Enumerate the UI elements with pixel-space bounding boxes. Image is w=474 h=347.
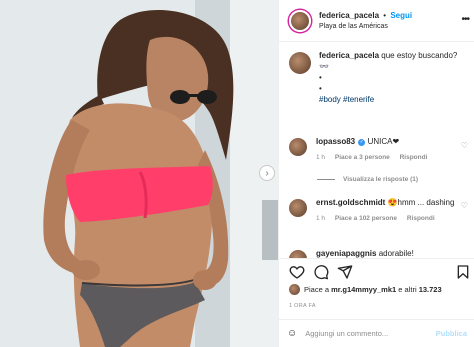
- likes-prefix: Piace a: [304, 285, 330, 294]
- comment-time: 1 h: [316, 154, 326, 161]
- caption-hashtags[interactable]: #body #tenerife: [319, 94, 457, 105]
- post-location[interactable]: Playa de las Américas: [319, 21, 412, 32]
- reply-button[interactable]: Rispondi: [407, 215, 435, 222]
- comment-body: gayeniapaggnis adorabile!: [316, 248, 456, 258]
- more-horizontal-icon: •••: [461, 14, 469, 25]
- likes-count[interactable]: 13.723: [419, 285, 442, 294]
- caption-text: que estoy buscando?: [381, 51, 458, 60]
- caption-emoji: 👓: [319, 62, 329, 71]
- share-send-icon[interactable]: [337, 264, 353, 280]
- comment-input[interactable]: [305, 329, 426, 338]
- comment-meta: 1 h Piace a 3 persone Rispondi: [316, 152, 456, 163]
- publish-comment-button[interactable]: Pubblica: [436, 329, 467, 338]
- comment-body: lopasso83 ✓ UNICA❤ 1 h Piace a 3 persone…: [316, 136, 456, 163]
- photo-illustration: [0, 0, 278, 347]
- post-time-ago[interactable]: 1 ORA FA: [289, 303, 316, 309]
- post-sidebar: federica_pacela • Segui Playa de las Amé…: [278, 0, 474, 347]
- comment-text: UNICA❤: [367, 137, 400, 146]
- separator-dot: •: [383, 10, 387, 20]
- verified-badge-icon: ✓: [358, 139, 366, 146]
- commenter-avatar[interactable]: [289, 250, 307, 258]
- like-heart-icon[interactable]: [289, 264, 305, 280]
- caption-avatar[interactable]: [289, 52, 311, 74]
- author-info: federica_pacela • Segui Playa de las Amé…: [319, 10, 412, 32]
- like-comment-heart-icon[interactable]: ♡: [461, 141, 468, 150]
- comment-item: lopasso83 ✓ UNICA❤ 1 h Piace a 3 persone…: [289, 136, 469, 163]
- post-action-bar: [279, 258, 474, 286]
- commenter-username[interactable]: gayeniapaggnis: [316, 249, 376, 258]
- post-caption: federica_pacela que estoy buscando? 👓 • …: [289, 50, 469, 105]
- comment-time: 1 h: [316, 215, 326, 222]
- liker-avatar[interactable]: [289, 284, 300, 295]
- commenter-username[interactable]: lopasso83: [316, 137, 355, 146]
- caption-text-block: federica_pacela que estoy buscando? 👓 • …: [319, 50, 457, 105]
- comment-body: ernst.goldschmidt 😍hmm ... dashing 1 h P…: [316, 197, 456, 224]
- view-replies-label: Visualizza le risposte (1): [343, 176, 419, 183]
- emoji-picker-icon[interactable]: ☺: [287, 328, 297, 339]
- comment-bubble-icon[interactable]: [313, 264, 329, 280]
- like-comment-heart-icon[interactable]: ♡: [461, 201, 468, 210]
- follow-button[interactable]: Segui: [390, 11, 412, 20]
- liker-username[interactable]: mr.g14mmyy_mk1: [331, 285, 396, 294]
- author-username[interactable]: federica_pacela: [319, 11, 379, 20]
- comment-item: ernst.goldschmidt 😍hmm ... dashing 1 h P…: [289, 197, 469, 224]
- comment-likes[interactable]: Piace a 3 persone: [335, 154, 390, 161]
- comment-text: 😍hmm ... dashing: [387, 198, 455, 207]
- commenter-avatar[interactable]: [289, 138, 307, 156]
- reply-button[interactable]: Rispondi: [400, 154, 428, 161]
- replies-line: [317, 179, 335, 180]
- chevron-right-icon: ›: [265, 167, 269, 179]
- bookmark-save-icon[interactable]: [455, 264, 471, 280]
- caption-dot-1: •: [319, 73, 322, 82]
- caption-username[interactable]: federica_pacela: [319, 51, 379, 60]
- commenter-avatar[interactable]: [289, 199, 307, 217]
- add-comment-bar: ☺ Pubblica: [279, 319, 474, 347]
- view-replies-button[interactable]: Visualizza le risposte (1): [317, 176, 418, 183]
- comment-likes[interactable]: Piace a 102 persone: [335, 215, 397, 222]
- next-photo-button[interactable]: ›: [259, 165, 275, 181]
- comment-meta: 1 h Piace a 102 persone Rispondi: [316, 213, 456, 224]
- comment-item: gayeniapaggnis adorabile!: [289, 248, 469, 258]
- more-options-button[interactable]: •••: [461, 14, 469, 25]
- likes-middle: e altri: [398, 285, 417, 294]
- comment-text: adorabile!: [378, 249, 414, 258]
- post-header: federica_pacela • Segui Playa de las Amé…: [279, 0, 474, 42]
- likes-summary: Piace a mr.g14mmyy_mk1 e altri 13.723: [289, 284, 442, 295]
- commenter-username[interactable]: ernst.goldschmidt: [316, 198, 385, 207]
- caption-dot-2: •: [319, 84, 322, 93]
- author-avatar[interactable]: [289, 9, 311, 32]
- post-photo[interactable]: ›: [0, 0, 278, 347]
